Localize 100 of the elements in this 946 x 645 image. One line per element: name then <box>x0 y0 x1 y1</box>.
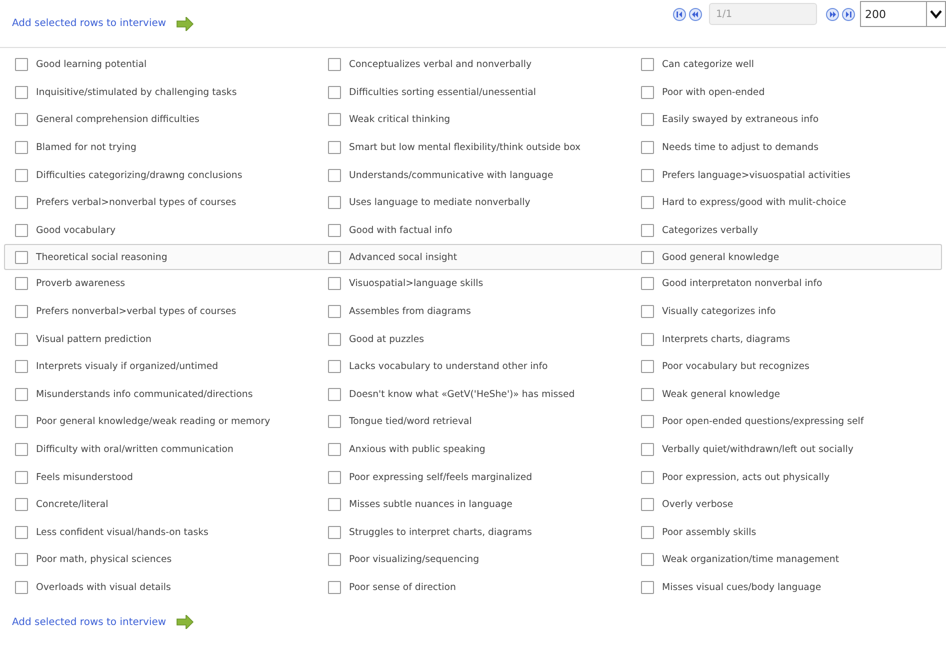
checkbox[interactable] <box>328 277 341 290</box>
checkbox[interactable] <box>641 168 654 182</box>
previous-page-icon[interactable] <box>689 8 702 20</box>
checkbox[interactable] <box>641 305 654 318</box>
checkbox[interactable] <box>15 360 28 374</box>
checkbox[interactable] <box>15 250 28 264</box>
checkbox[interactable] <box>15 332 28 346</box>
option-label: Visual pattern prediction <box>36 334 152 345</box>
option-label: Good with factual info <box>349 224 452 236</box>
option-label: Misunderstands info communicated/directions <box>36 388 253 400</box>
option-label: Visuospatial>language skills <box>349 278 484 290</box>
checkbox[interactable] <box>328 470 341 484</box>
checkbox[interactable] <box>328 498 341 512</box>
option-label: Anxious with public speaking <box>349 444 486 456</box>
option-label: Poor sense of direction <box>349 582 456 593</box>
checkbox[interactable] <box>641 553 654 566</box>
checkbox[interactable] <box>15 553 28 566</box>
page-size-select[interactable]: 200 <box>860 1 946 27</box>
option-label: Hard to express/good with mulit-choice <box>662 197 846 208</box>
checkbox[interactable] <box>641 277 654 290</box>
checkbox[interactable] <box>641 415 654 428</box>
checkbox[interactable] <box>15 443 28 456</box>
checkbox[interactable] <box>15 168 28 182</box>
option-label: Overloads with visual details <box>36 582 171 593</box>
option-label: Can categorize well <box>662 59 754 70</box>
checkbox[interactable] <box>15 196 28 210</box>
add-rows-link[interactable]: Add selected rows to interview <box>12 18 166 29</box>
checkbox[interactable] <box>328 86 341 99</box>
checkbox[interactable] <box>328 332 341 346</box>
checkbox[interactable] <box>15 86 28 99</box>
option-label: Poor general knowledge/weak reading or memory <box>36 416 270 428</box>
option-label: Visually categorizes info <box>662 306 776 318</box>
checkbox[interactable] <box>15 470 28 484</box>
checkbox[interactable] <box>641 113 654 126</box>
first-page-icon[interactable] <box>673 8 686 20</box>
checkbox[interactable] <box>328 415 341 428</box>
checkbox[interactable] <box>641 580 654 594</box>
checkbox[interactable] <box>328 168 341 182</box>
checkbox[interactable] <box>15 305 28 318</box>
option-label: Categorizes verbally <box>662 224 758 236</box>
option-label: Interprets charts, diagrams <box>662 334 790 345</box>
checkbox[interactable] <box>328 443 341 456</box>
checkbox[interactable] <box>15 58 28 72</box>
checkbox[interactable] <box>328 141 341 154</box>
checkbox[interactable] <box>15 277 28 290</box>
checkbox[interactable] <box>328 58 341 72</box>
option-label: Interprets visualy if organized/untimed <box>36 361 218 372</box>
checkbox[interactable] <box>641 526 654 539</box>
checkbox[interactable] <box>641 141 654 154</box>
option-label: Good general knowledge <box>662 252 780 263</box>
checkbox[interactable] <box>328 250 341 264</box>
checkbox[interactable] <box>15 141 28 154</box>
checkbox[interactable] <box>15 580 28 594</box>
checkbox[interactable] <box>641 388 654 401</box>
option-label: Good vocabulary <box>36 224 116 236</box>
checkbox[interactable] <box>328 580 341 594</box>
option-label: Understands/communicative with language <box>349 170 554 181</box>
checkbox[interactable] <box>15 498 28 512</box>
checkbox[interactable] <box>15 224 28 237</box>
checkbox[interactable] <box>641 443 654 456</box>
option-label: Poor expressing self/feels marginalized <box>349 472 532 483</box>
checkbox[interactable] <box>641 470 654 484</box>
checkbox[interactable] <box>328 196 341 210</box>
checkbox[interactable] <box>641 196 654 210</box>
option-label: Difficulties categorizing/drawng conclusions <box>36 170 242 181</box>
checkbox[interactable] <box>641 360 654 374</box>
option-label: Good interpretaton nonverbal info <box>662 278 822 290</box>
caret-icon <box>926 2 945 26</box>
checkbox[interactable] <box>641 250 654 264</box>
checkbox[interactable] <box>641 224 654 237</box>
checkbox[interactable] <box>328 305 341 318</box>
checkbox[interactable] <box>328 388 341 401</box>
option-label: Blamed for not trying <box>36 142 136 154</box>
add-rows-link[interactable]: Add selected rows to interview <box>12 616 166 628</box>
checkbox[interactable] <box>15 388 28 401</box>
checkbox[interactable] <box>328 360 341 374</box>
option-label: Weak critical thinking <box>349 114 450 126</box>
option-label: Doesn't know what «GetV('HeShe')» has missed <box>349 388 575 400</box>
checkbox[interactable] <box>328 113 341 126</box>
checkbox[interactable] <box>15 415 28 428</box>
option-label: Poor visualizing/sequencing <box>349 554 480 566</box>
option-label: Conceptualizes verbal and nonverbally <box>349 59 532 70</box>
option-label: Difficulty with oral/written communication <box>36 444 234 456</box>
checkbox[interactable] <box>641 332 654 346</box>
checkbox[interactable] <box>328 224 341 237</box>
checkbox[interactable] <box>641 86 654 99</box>
next-page-icon[interactable] <box>826 8 839 20</box>
option-label: Prefers nonverbal>verbal types of courses <box>36 306 236 318</box>
highlighted-row[interactable]: Theoretical social reasoning Advanced socal insight Good general knowledge <box>4 244 942 270</box>
checkbox[interactable] <box>15 526 28 539</box>
checkbox[interactable] <box>641 498 654 512</box>
checkbox[interactable] <box>15 113 28 126</box>
option-label: Needs time to adjust to demands <box>662 142 818 154</box>
option-label: Verbally quiet/withdrawn/left out socially <box>662 444 854 456</box>
checkbox[interactable] <box>328 526 341 539</box>
arrow-icon <box>176 615 194 630</box>
option-label: Less confident visual/hands-on tasks <box>36 526 208 538</box>
last-page-icon[interactable] <box>842 8 855 20</box>
checkbox[interactable] <box>641 58 654 72</box>
checkbox[interactable] <box>328 553 341 566</box>
